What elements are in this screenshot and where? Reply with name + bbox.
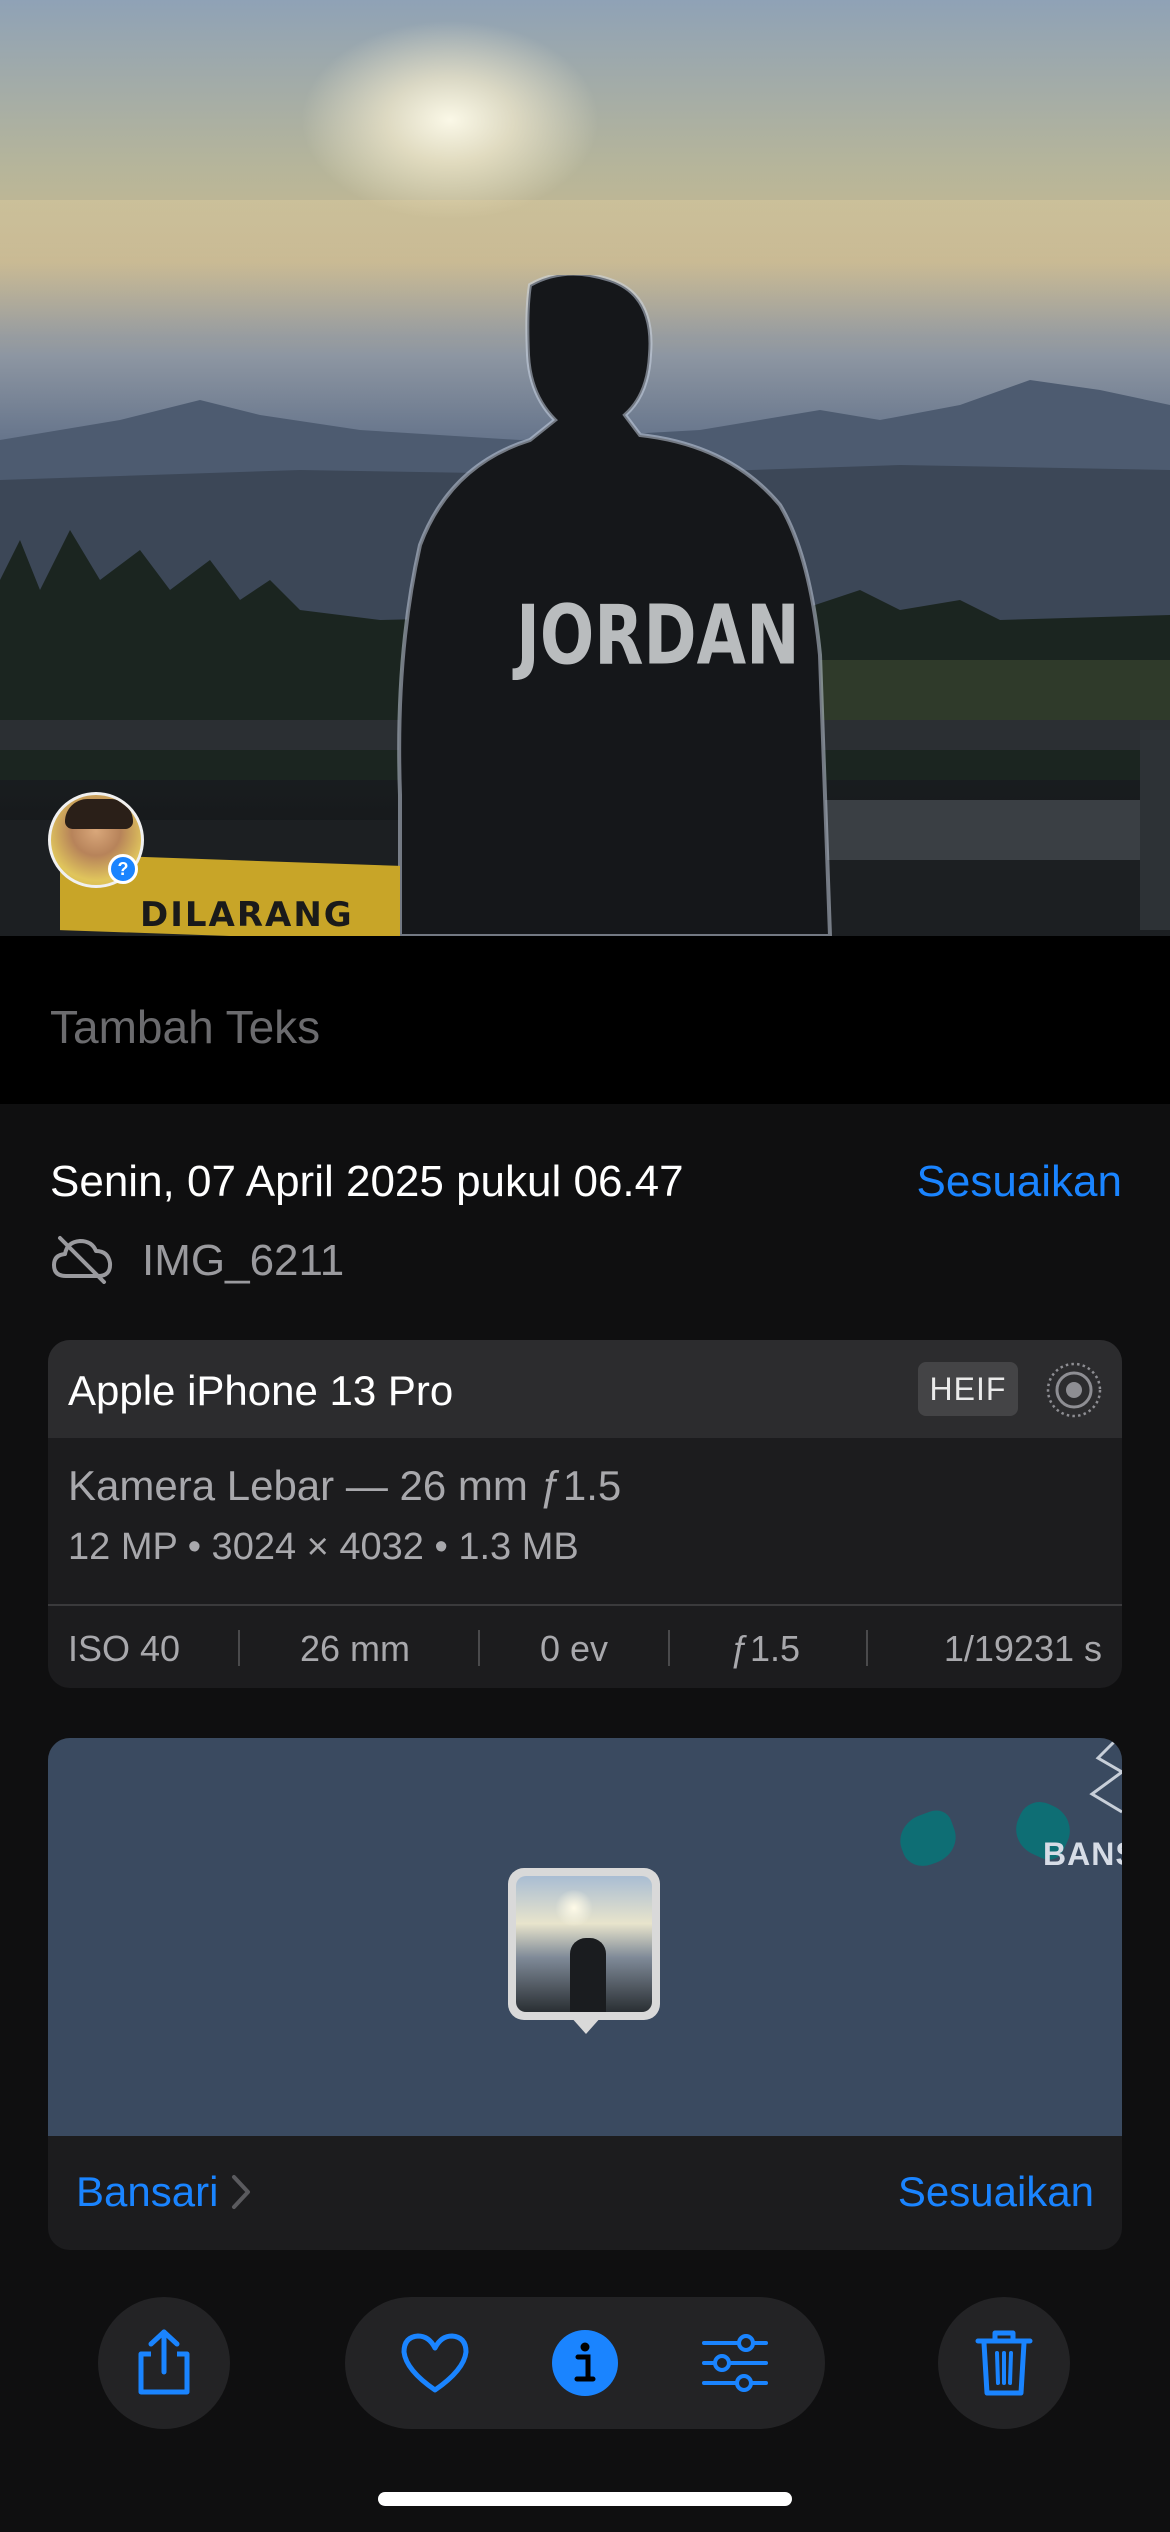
sliders-icon <box>702 2334 768 2392</box>
exif-shutter-speed: 1/19231 s <box>943 1628 1102 1669</box>
delete-button[interactable] <box>938 2297 1070 2429</box>
adjust-location-button[interactable]: Sesuaikan <box>898 2168 1094 2216</box>
info-icon <box>552 2330 618 2396</box>
exif-aperture: ƒ1.5 <box>730 1628 801 1669</box>
exif-exposure-value: 0 ev <box>540 1628 609 1669</box>
map-road <box>1089 1738 1122 1814</box>
heart-icon <box>401 2333 469 2393</box>
exif-row: ISO 40 26 mm 0 ev ƒ1.5 1/19231 s <box>48 1606 1122 1688</box>
device-name: Apple iPhone 13 Pro <box>68 1367 454 1414</box>
camera-card-header: Apple iPhone 13 Pro HEIF <box>48 1340 1122 1438</box>
edit-button[interactable] <box>697 2325 773 2401</box>
file-name: IMG_6211 <box>142 1236 345 1285</box>
action-pill <box>345 2297 825 2429</box>
place-name: Bansari <box>76 2168 219 2215</box>
location-map-card: BANS Bansari Sesuaikan <box>48 1738 1122 2250</box>
favorite-button[interactable] <box>397 2325 473 2401</box>
thumb-person <box>570 1938 606 2012</box>
person-silhouette: JORDAN <box>397 275 833 936</box>
sun-glow <box>300 20 600 220</box>
avatar-hair <box>65 799 133 829</box>
exif-separator <box>866 1630 868 1666</box>
exif-separator <box>238 1630 240 1666</box>
image-specs: 12 MP • 3024 × 4032 • 1.3 MB <box>68 1526 579 1568</box>
map-photo-thumbnail <box>516 1876 652 2012</box>
format-badge: HEIF <box>918 1362 1018 1416</box>
map-photo-pin[interactable] <box>508 1868 660 2020</box>
caption-input[interactable]: Tambah Teks <box>50 1000 320 1054</box>
home-indicator[interactable] <box>378 2492 792 2506</box>
map-pin-pointer <box>570 2016 602 2034</box>
info-button[interactable] <box>547 2325 623 2401</box>
photo-viewer[interactable]: JORDAN DILARANG ? <box>0 0 1170 936</box>
exif-separator <box>668 1630 670 1666</box>
sign-text: DILARANG <box>140 895 354 935</box>
lens-info: Kamera Lebar — 26 mm ƒ1.5 <box>68 1462 622 1509</box>
svg-text:JORDAN: JORDAN <box>512 589 800 684</box>
exif-focal-length: 26 mm <box>300 1628 411 1669</box>
thumb-sun <box>554 1890 594 1926</box>
share-button[interactable] <box>98 2297 230 2429</box>
face-unknown-badge[interactable]: ? <box>108 854 138 884</box>
live-photo-icon[interactable] <box>1044 1360 1104 1420</box>
cloud-off-icon <box>52 1236 113 1284</box>
adjust-date-button[interactable]: Sesuaikan <box>917 1157 1122 1207</box>
map-place-label: BANS <box>1043 1836 1122 1872</box>
exif-iso: ISO 40 <box>68 1628 181 1669</box>
map-feature <box>893 1805 963 1873</box>
share-icon <box>138 2329 190 2395</box>
camera-info-card: Apple iPhone 13 Pro HEIF Kamera Lebar — … <box>48 1340 1122 1688</box>
location-map[interactable]: BANS <box>48 1738 1122 2136</box>
capture-date: Senin, 07 April 2025 pukul 06.47 <box>50 1157 684 1206</box>
trash-icon <box>975 2330 1033 2396</box>
chevron-right-icon <box>232 2175 251 2209</box>
exif-separator <box>478 1630 480 1666</box>
place-link[interactable]: Bansari <box>76 2168 252 2216</box>
